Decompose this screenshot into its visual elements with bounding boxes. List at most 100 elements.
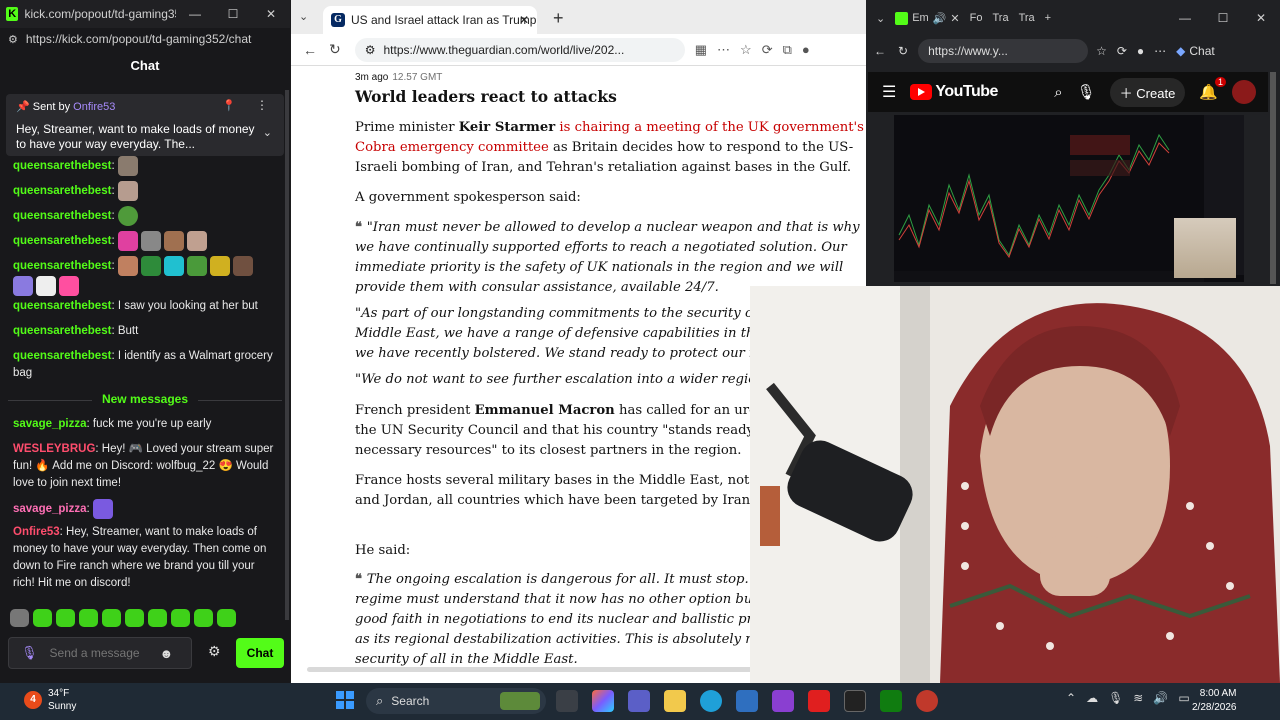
volume-icon[interactable]: 🔊: [1153, 691, 1168, 705]
wifi-icon[interactable]: ≋: [1133, 691, 1143, 705]
emote-icon[interactable]: [10, 609, 29, 627]
speaker-icon[interactable]: 🔊: [933, 12, 947, 25]
emoji-icon[interactable]: ☻: [160, 646, 174, 661]
message-input[interactable]: [49, 646, 160, 660]
search-icon[interactable]: ⌕: [1054, 84, 1062, 101]
extension-icon[interactable]: ⧉: [783, 42, 792, 58]
amazon-icon[interactable]: [844, 690, 866, 712]
emote-icon[interactable]: [194, 609, 213, 627]
chat-username[interactable]: savage_pizza: [13, 418, 87, 430]
tab-2[interactable]: Fo: [970, 12, 983, 24]
video-player[interactable]: [894, 115, 1244, 282]
gear-icon[interactable]: ⚙: [208, 643, 221, 660]
message-input-box[interactable]: 🎙 ☻: [8, 637, 192, 669]
file-explorer-icon[interactable]: [664, 690, 686, 712]
chat-username[interactable]: queensarethebest: [13, 185, 111, 197]
chat-username[interactable]: savage_pizza: [13, 503, 87, 515]
new-tab-icon[interactable]: +: [1045, 12, 1051, 24]
tab-list-chevron-icon[interactable]: ⌄: [876, 12, 885, 25]
chat-username[interactable]: queensarethebest: [13, 350, 111, 362]
new-tab-icon[interactable]: +: [553, 8, 564, 29]
refresh-icon[interactable]: ⟳: [762, 42, 773, 58]
app-icon[interactable]: [916, 690, 938, 712]
more-icon[interactable]: ⋯: [1154, 44, 1166, 58]
chat-username[interactable]: queensarethebest: [13, 260, 111, 272]
emote-icon[interactable]: [56, 609, 75, 627]
reload-icon[interactable]: ↻: [898, 44, 908, 58]
teams-icon[interactable]: [628, 690, 650, 712]
copilot-icon[interactable]: [592, 690, 614, 712]
site-info-icon[interactable]: ⚙: [8, 33, 18, 46]
edge-icon[interactable]: [700, 690, 722, 712]
emote-icon[interactable]: [102, 609, 121, 627]
chat-username[interactable]: Onfire53: [13, 526, 60, 538]
xbox-icon[interactable]: [880, 690, 902, 712]
tab-guardian[interactable]: G US and Israel attack Iran as Trump ✕: [323, 6, 537, 34]
chat-username[interactable]: queensarethebest: [13, 325, 111, 337]
minimize-icon[interactable]: —: [176, 7, 214, 21]
store-icon[interactable]: [736, 690, 758, 712]
address-bar[interactable]: ⚙ https://www.theguardian.com/world/live…: [354, 37, 685, 62]
bell-icon[interactable]: 🔔 1: [1199, 77, 1226, 101]
emote-icon[interactable]: [79, 609, 98, 627]
sent-by-user[interactable]: Onfire53: [73, 101, 115, 113]
more-options-icon[interactable]: ⋮: [256, 98, 268, 112]
address-bar[interactable]: https://www.y...: [918, 39, 1089, 63]
emote-icon[interactable]: [125, 609, 144, 627]
task-view-icon[interactable]: [556, 690, 578, 712]
avatar-icon[interactable]: ●: [802, 42, 810, 57]
microphone-icon[interactable]: 🎙: [1077, 83, 1096, 101]
tab-4[interactable]: Tra: [1019, 12, 1035, 24]
tab-3[interactable]: Tra: [992, 12, 1008, 24]
chat-label[interactable]: Chat: [1189, 44, 1214, 58]
chat-username[interactable]: queensarethebest: [13, 235, 111, 247]
site-info-icon[interactable]: ⚙: [365, 43, 376, 57]
emote-icon[interactable]: [148, 609, 167, 627]
chat-send-button[interactable]: Chat: [236, 638, 284, 668]
minimize-icon[interactable]: —: [1166, 11, 1204, 25]
tab-list-chevron-icon[interactable]: ⌄: [299, 10, 308, 23]
menu-icon[interactable]: ☰: [882, 82, 896, 102]
kick-url-bar[interactable]: ⚙ https://kick.com/popout/td-gaming352/c…: [0, 28, 290, 50]
copilot-icon[interactable]: ◆: [1176, 44, 1185, 58]
microphone-icon[interactable]: 🎙: [1108, 691, 1123, 705]
youtube-icon[interactable]: [808, 690, 830, 712]
star-icon[interactable]: ☆: [740, 42, 752, 58]
back-icon[interactable]: ←: [874, 44, 886, 58]
cloud-icon[interactable]: ☁: [1086, 691, 1098, 705]
more-icon[interactable]: ⋯: [717, 42, 730, 58]
weather-widget[interactable]: 4 34°F Sunny: [24, 687, 76, 713]
reload-icon[interactable]: ↻: [329, 41, 341, 58]
emote-icon[interactable]: [171, 609, 190, 627]
maximize-icon[interactable]: ☐: [1204, 11, 1242, 25]
pinned-message[interactable]: 📌 Sent by Onfire53 📍 ⋮ Hey, Streamer, wa…: [6, 94, 284, 156]
avatar[interactable]: [1232, 80, 1256, 104]
emote-icon[interactable]: [33, 609, 52, 627]
clock[interactable]: 8:00 AM 2/28/2026: [1192, 687, 1237, 715]
unpin-icon[interactable]: 📍: [222, 99, 236, 112]
scrollbar[interactable]: [285, 90, 289, 620]
maximize-icon[interactable]: ☐: [214, 7, 252, 21]
create-button[interactable]: ＋ Create: [1109, 77, 1186, 107]
battery-icon[interactable]: ▭: [1178, 691, 1189, 705]
close-icon[interactable]: ✕: [1242, 11, 1280, 25]
refresh-icon[interactable]: ⟳: [1117, 44, 1127, 58]
chat-username[interactable]: queensarethebest: [13, 160, 111, 172]
app-icon[interactable]: [772, 690, 794, 712]
close-icon[interactable]: ✕: [252, 7, 290, 21]
windows-start-icon[interactable]: [336, 691, 354, 709]
taskbar-search[interactable]: ⌕ Search: [366, 688, 546, 714]
chat-username[interactable]: queensarethebest: [13, 300, 111, 312]
chat-username[interactable]: WESLEYBRUG: [13, 443, 95, 455]
tab-kick[interactable]: Em 🔊 ✕: [895, 11, 960, 25]
avatar-icon[interactable]: ●: [1137, 44, 1144, 58]
star-icon[interactable]: ☆: [1096, 44, 1107, 58]
close-tab-icon[interactable]: ✕: [519, 13, 529, 27]
youtube-logo[interactable]: YouTube: [910, 83, 998, 101]
chevron-down-icon[interactable]: ⌄: [263, 126, 272, 139]
new-messages-divider[interactable]: New messages: [0, 392, 290, 406]
back-icon[interactable]: ←: [303, 42, 317, 58]
chat-username[interactable]: queensarethebest: [13, 210, 111, 222]
reader-icon[interactable]: ▦: [695, 42, 707, 58]
scrollbar[interactable]: [1270, 72, 1276, 284]
